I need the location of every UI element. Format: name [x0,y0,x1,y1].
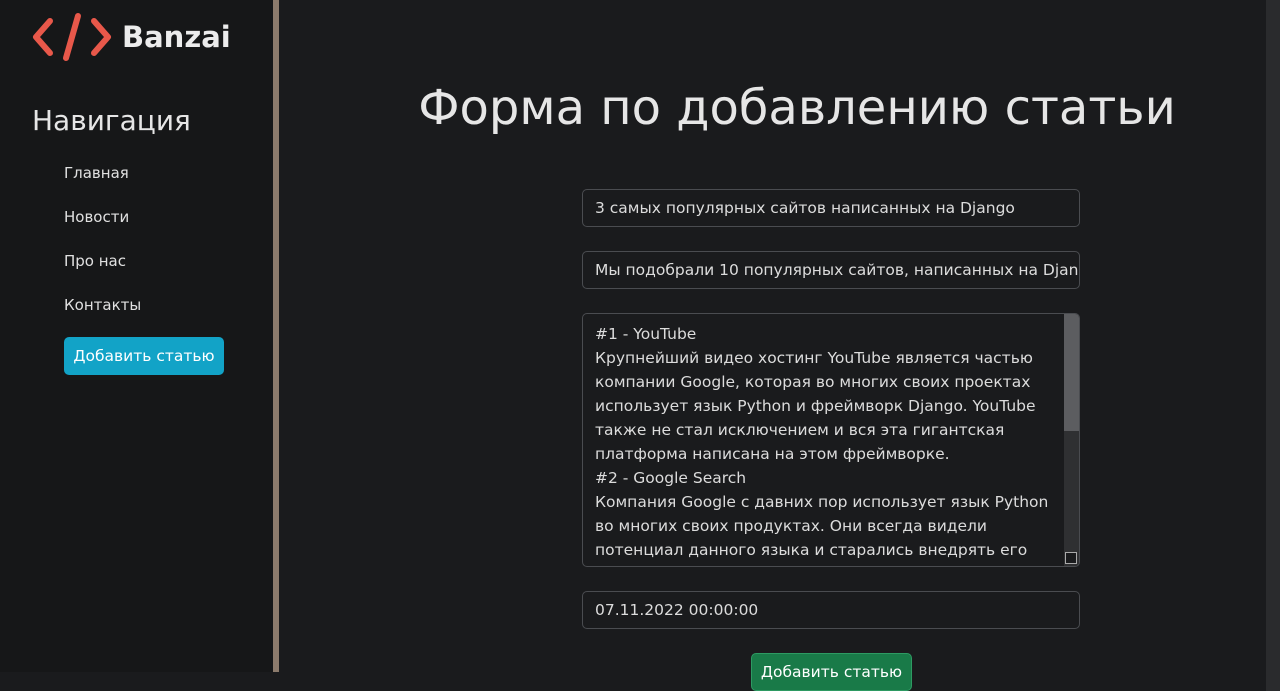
textarea-line: #2 - Google Search [595,469,747,487]
date-input[interactable]: 07.11.2022 00:00:00 [582,591,1080,629]
logo[interactable]: Banzai [32,12,231,62]
logo-text: Banzai [122,20,231,54]
textarea-scroll-thumb[interactable] [1064,314,1079,431]
submit-article-button[interactable]: Добавить статью [751,653,912,691]
resize-handle-icon[interactable] [1065,552,1077,564]
title-input[interactable]: 3 самых популярных сайтов написанных на … [582,189,1080,227]
nav-list: Главная Новости Про нас Контакты [64,160,141,336]
code-brackets-icon [33,13,111,61]
page-title: Форма по добавлению статьи [418,80,1176,136]
nav-item-news[interactable]: Новости [64,204,141,248]
nav-item-about[interactable]: Про нас [64,248,141,292]
nav-item-home[interactable]: Главная [64,160,141,204]
textarea-line: Крупнейший видео хостинг YouTube являетс… [595,349,1036,463]
add-article-nav-button[interactable]: Добавить статью [64,337,224,375]
anons-input[interactable]: Мы подобрали 10 популярных сайтов, напис… [582,251,1080,289]
textarea-line: Компания Google с давних пор использует … [595,493,1049,566]
textarea-scrollbar[interactable] [1064,314,1079,566]
nav-title: Навигация [32,104,191,137]
sidebar: Banzai Навигация Главная Новости Про нас… [0,0,279,672]
page-scrollbar[interactable] [1266,0,1280,691]
nav-item-contacts[interactable]: Контакты [64,292,141,336]
textarea-line: #1 - YouTube [595,325,697,343]
full-text-textarea[interactable]: #1 - YouTube Крупнейший видео хостинг Yo… [582,313,1080,567]
